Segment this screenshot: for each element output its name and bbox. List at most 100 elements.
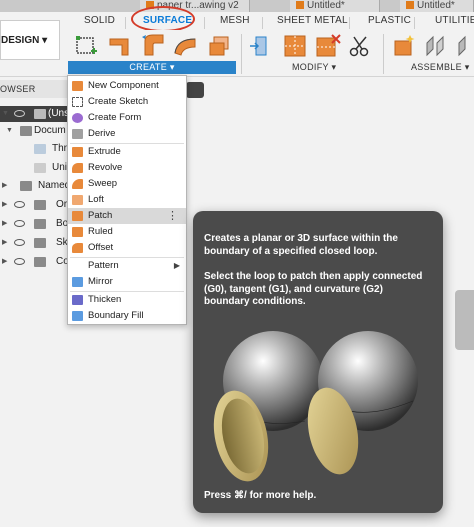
mirror-icon bbox=[72, 277, 83, 287]
group-divider bbox=[383, 34, 384, 74]
annotation-circle bbox=[131, 6, 195, 32]
as-built-joint-icon[interactable] bbox=[456, 33, 474, 59]
expand-arrow-icon[interactable]: ▶ bbox=[2, 216, 7, 232]
joint-icon[interactable] bbox=[424, 33, 452, 59]
visibility-eye-icon[interactable] bbox=[14, 239, 25, 246]
menu-item-new-component[interactable]: New Component bbox=[68, 78, 186, 94]
menu-item-patch[interactable]: Patch ⋮ bbox=[68, 208, 186, 224]
document-tab[interactable]: Untitled* bbox=[290, 0, 380, 12]
document-tab[interactable]: Untitled* bbox=[400, 0, 474, 12]
folder-icon bbox=[34, 219, 46, 229]
menu-item-ruled[interactable]: Ruled bbox=[68, 224, 186, 240]
tab-sheet-metal[interactable]: SHEET METAL bbox=[277, 15, 348, 26]
modify-dropdown-button[interactable]: MODIFY ▾ bbox=[292, 62, 336, 73]
design-workspace-button[interactable]: DESIGN ▾ bbox=[0, 20, 60, 60]
tree-row-named-views[interactable]: ▶ Named bbox=[0, 178, 70, 194]
expand-arrow-icon[interactable]: ▶ bbox=[2, 235, 7, 251]
viewcube-edge bbox=[455, 290, 474, 350]
menu-item-derive[interactable]: Derive bbox=[68, 126, 186, 142]
unstitch-icon[interactable] bbox=[314, 33, 342, 59]
patch-tooltip: Creates a planar or 3D surface within th… bbox=[193, 211, 443, 513]
tooltip-description: Creates a planar or 3D surface within th… bbox=[204, 233, 398, 257]
tab-divider bbox=[262, 17, 263, 29]
tab-plastic[interactable]: PLASTIC bbox=[368, 15, 411, 26]
menu-item-pattern[interactable]: Pattern ▶ bbox=[68, 258, 186, 274]
folder-icon bbox=[34, 257, 46, 267]
tooltip-instructions: Select the loop to patch then apply conn… bbox=[204, 271, 423, 307]
offset-icon bbox=[72, 243, 83, 253]
visibility-eye-icon[interactable] bbox=[14, 220, 25, 227]
menu-item-revolve[interactable]: Revolve bbox=[68, 160, 186, 176]
folder-icon bbox=[20, 181, 32, 191]
create-sketch-icon[interactable] bbox=[73, 33, 101, 59]
patch-illustration bbox=[213, 331, 418, 482]
expand-arrow-icon[interactable]: ▶ bbox=[2, 254, 7, 270]
trim-scissors-icon[interactable] bbox=[347, 33, 375, 59]
expand-arrow-icon[interactable]: ▶ bbox=[2, 197, 7, 213]
sweep-icon[interactable] bbox=[172, 33, 200, 59]
menu-item-extrude[interactable]: Extrude bbox=[68, 144, 186, 160]
menu-item-create-sketch[interactable]: Create Sketch bbox=[68, 94, 186, 110]
tab-solid[interactable]: SOLID bbox=[84, 15, 115, 26]
settings-icon bbox=[20, 126, 32, 136]
create-sketch-icon bbox=[72, 97, 83, 107]
submenu-arrow-icon: ▶ bbox=[173, 261, 180, 270]
press-pull-icon[interactable] bbox=[248, 33, 276, 59]
menu-item-sweep[interactable]: Sweep bbox=[68, 176, 186, 192]
loft-icon bbox=[72, 195, 83, 205]
tree-row-construction[interactable]: ▶ Co bbox=[0, 254, 70, 270]
visibility-eye-icon[interactable] bbox=[14, 201, 25, 208]
chevron-down-icon: ▾ bbox=[331, 62, 337, 72]
tree-row-root[interactable]: ▼ (Uns bbox=[0, 106, 70, 122]
tab-utilities[interactable]: UTILITIES bbox=[435, 15, 474, 26]
tooltip-help-hint: Press ⌘/ for more help. bbox=[204, 490, 317, 501]
patch-tool-icon[interactable] bbox=[206, 33, 234, 59]
tree-row-bodies[interactable]: ▶ Bo bbox=[0, 216, 70, 232]
tree-row-units-thread[interactable]: Thre bbox=[0, 141, 73, 157]
expand-arrow-icon[interactable]: ▼ bbox=[6, 123, 13, 139]
menu-item-mirror[interactable]: Mirror bbox=[68, 274, 186, 290]
workspace-tabs: SOLID SURFACE MESH SHEET METAL PLASTIC U… bbox=[0, 12, 474, 30]
menu-item-loft[interactable]: Loft bbox=[68, 192, 186, 208]
chevron-down-icon: ▾ bbox=[464, 62, 470, 72]
menu-item-offset[interactable]: Offset bbox=[68, 240, 186, 256]
document-icon bbox=[34, 109, 46, 119]
group-divider bbox=[241, 34, 242, 74]
document-icon bbox=[296, 1, 304, 10]
tree-row-document-settings[interactable]: ▼ Docum bbox=[0, 123, 70, 139]
ruled-icon bbox=[72, 227, 83, 237]
tree-row-units[interactable]: Unit bbox=[0, 160, 70, 176]
thicken-icon bbox=[72, 295, 83, 305]
menu-item-boundary-fill[interactable]: Boundary Fill bbox=[68, 308, 186, 324]
tab-mesh[interactable]: MESH bbox=[220, 15, 250, 26]
visibility-eye-icon[interactable] bbox=[14, 258, 25, 265]
chevron-down-icon: ▾ bbox=[169, 62, 175, 72]
boundary-fill-icon bbox=[72, 311, 83, 321]
document-icon bbox=[406, 1, 414, 10]
create-dropdown-button[interactable]: CREATE ▾ bbox=[68, 61, 236, 74]
tree-row-origin[interactable]: ▶ Or bbox=[0, 197, 70, 213]
visibility-eye-icon[interactable] bbox=[14, 110, 25, 117]
assemble-dropdown-button[interactable]: ASSEMBLE ▾ bbox=[411, 62, 470, 73]
patch-icon bbox=[72, 211, 83, 221]
tree-row-sketches[interactable]: ▶ Sk bbox=[0, 235, 70, 251]
menu-item-thicken[interactable]: Thicken bbox=[68, 292, 186, 308]
tab-divider bbox=[125, 17, 126, 29]
stitch-icon[interactable] bbox=[282, 33, 310, 59]
browser-collapse-button[interactable] bbox=[186, 82, 204, 98]
revolve-icon[interactable] bbox=[141, 33, 169, 59]
extrude-icon[interactable] bbox=[108, 33, 136, 59]
expand-arrow-icon[interactable]: ▼ bbox=[2, 106, 9, 122]
folder-icon bbox=[34, 238, 46, 248]
expand-arrow-icon[interactable]: ▶ bbox=[2, 178, 7, 194]
units-icon bbox=[34, 163, 46, 173]
folder-icon bbox=[34, 200, 46, 210]
new-component-icon bbox=[72, 81, 83, 91]
more-options-icon[interactable]: ⋮ bbox=[167, 208, 178, 224]
tab-divider bbox=[414, 17, 415, 29]
thread-icon bbox=[34, 144, 46, 154]
menu-item-create-form[interactable]: Create Form bbox=[68, 110, 186, 126]
new-component-tool-icon[interactable] bbox=[390, 33, 418, 59]
browser-panel-header[interactable]: OWSER bbox=[0, 80, 70, 98]
create-form-icon bbox=[72, 113, 83, 123]
